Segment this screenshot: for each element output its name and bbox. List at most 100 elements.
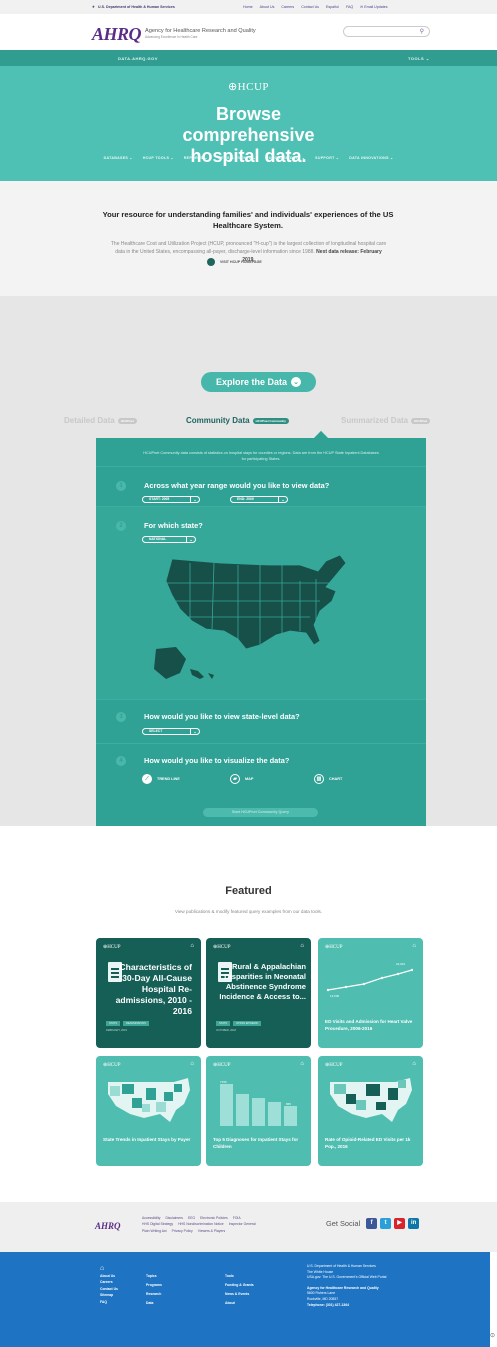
linkedin-icon[interactable]: in xyxy=(408,1218,420,1229)
menu-news-events[interactable]: NEWS & EVENTS ⌄ xyxy=(218,156,256,160)
featured-card[interactable]: ⊕HCUP ⌂ Characteristics of 30-Day All-Ca… xyxy=(96,938,201,1048)
footer-link[interactable]: Programs xyxy=(146,1281,162,1290)
card-title: Rural & Appalachian Disparities in Neona… xyxy=(219,962,306,1001)
tab-label: Detailed Data xyxy=(64,416,115,425)
visit-label: VISIT HCUP HOMEPAGE xyxy=(220,259,262,264)
chevron-down-icon: ⌄ xyxy=(190,497,199,502)
home-icon[interactable]: ⌂ xyxy=(100,1265,118,1273)
tools-menu[interactable]: TOOLS ⌄ xyxy=(408,56,430,61)
eagle-icon: ✈ xyxy=(92,5,96,9)
featured-card[interactable]: ⊕HCUP ⌂ State Trends in Inpatient Stays … xyxy=(96,1056,201,1166)
search-input[interactable]: ⚲ xyxy=(343,26,430,37)
footer-link[interactable]: FOIA xyxy=(233,1216,241,1220)
twitter-icon[interactable]: t xyxy=(380,1218,392,1229)
link-careers[interactable]: Careers xyxy=(281,5,294,9)
footer-link[interactable]: Careers xyxy=(100,1279,118,1286)
start-query-button[interactable]: Start HCUPnet Community Query xyxy=(203,808,318,817)
link-faq[interactable]: FAQ xyxy=(346,5,353,9)
footer-link[interactable]: About Us xyxy=(100,1273,118,1280)
footer-link[interactable]: Tools xyxy=(225,1272,254,1281)
start-year-select[interactable]: START: 2005 ⌄ xyxy=(142,496,200,503)
viz-label: TREND LINE xyxy=(157,777,180,781)
footer-link[interactable]: Research xyxy=(146,1290,162,1299)
social-label: Get Social xyxy=(326,1219,361,1228)
select-value: START: 2005 xyxy=(149,497,170,501)
tab-summarized-data[interactable]: Summarized Data HCUPnet xyxy=(341,416,431,425)
step-number: 1 xyxy=(116,481,126,491)
state-select[interactable]: NATIONAL ⌄ xyxy=(142,536,196,543)
footer-link[interactable]: Viewers & Players xyxy=(198,1229,225,1233)
footer-link[interactable]: Contact Us xyxy=(100,1286,118,1293)
menu-hcup-tools[interactable]: HCUP TOOLS ⌄ xyxy=(143,156,174,160)
hhs-link[interactable]: ✈ U.S. Department of Health & Human Serv… xyxy=(92,5,175,9)
intro-heading: Your resource for understanding families… xyxy=(102,210,394,230)
footer-link[interactable]: Privacy Policy xyxy=(172,1229,193,1233)
footer-logo[interactable]: AHRQ xyxy=(95,1221,121,1231)
footer-link[interactable]: Inspector General xyxy=(229,1222,256,1226)
footer-col-tools: Tools Funding & Grants News & Events Abo… xyxy=(225,1272,254,1308)
explore-section: Explore the Data ⌄ Detailed Data HCUPnet… xyxy=(0,296,497,826)
footer-link[interactable]: Plain Writing Act xyxy=(142,1229,167,1233)
link-email-updates[interactable]: ✉ Email Updates xyxy=(360,5,387,9)
step-number: 4 xyxy=(116,756,126,766)
youtube-icon[interactable]: ▶ xyxy=(394,1218,406,1229)
footer-link[interactable]: Data xyxy=(146,1299,162,1308)
us-state-map[interactable] xyxy=(150,551,370,691)
tab-label: Community Data xyxy=(186,416,250,425)
search-icon[interactable]: ⚲ xyxy=(420,28,424,35)
footer-link[interactable]: News & Events xyxy=(225,1290,254,1299)
select-value: END: 2009 xyxy=(237,497,254,501)
footer-link[interactable]: EEO xyxy=(188,1216,195,1220)
featured-title: Featured xyxy=(225,885,272,897)
level-select[interactable]: SELECT ⌄ xyxy=(142,728,200,735)
footer-link[interactable]: HHS Digital Strategy xyxy=(142,1222,173,1226)
ahrq-logo[interactable]: AHRQ xyxy=(92,24,142,45)
menu-purchase-data[interactable]: PURCHASE DATA ⌄ xyxy=(266,156,305,160)
footer-link[interactable]: HHS Nondiscrimination Notice xyxy=(178,1222,224,1226)
viz-map[interactable]: ▰ MAP xyxy=(230,774,253,784)
link-espanol[interactable]: Español xyxy=(326,5,339,9)
footer-link[interactable]: U.S. Department of Health & Human Servic… xyxy=(307,1264,386,1270)
card-title: State Trends in Inpatient Stays by Payer xyxy=(103,1137,191,1142)
question-state-level: 3 How would you like to view state-level… xyxy=(96,699,426,743)
menu-support[interactable]: SUPPORT ⌄ xyxy=(315,156,339,160)
facebook-icon[interactable]: f xyxy=(366,1218,378,1229)
viz-trend-line[interactable]: ⟋ TREND LINE xyxy=(142,774,180,784)
tab-detailed-data[interactable]: Detailed Data HCUPnet xyxy=(64,416,137,425)
footer-link[interactable]: Disclaimers xyxy=(165,1216,183,1220)
data-site-link[interactable]: DATA.AHRQ.GOV xyxy=(118,56,158,61)
end-year-select[interactable]: END: 2009 ⌄ xyxy=(230,496,288,503)
featured-card[interactable]: ⊕HCUP ⌂ 22,010 13,500 ED Visits and Admi… xyxy=(318,938,423,1048)
link-home[interactable]: Home xyxy=(243,5,253,9)
visit-hcup-button[interactable]: VISIT HCUP HOMEPAGE xyxy=(207,257,297,266)
tab-community-data[interactable]: Community Data HCUPnet Community xyxy=(186,416,289,425)
menu-reports[interactable]: REPORTS ⌄ xyxy=(184,156,208,160)
question-text: Across what year range would you like to… xyxy=(144,481,330,490)
footer-link[interactable]: Accessibility xyxy=(142,1216,160,1220)
menu-databases[interactable]: DATABASES ⌄ xyxy=(104,156,133,160)
footer-link[interactable]: FAQ xyxy=(100,1299,118,1306)
menu-data-innovations[interactable]: DATA INNOVATIONS ⌄ xyxy=(349,156,393,160)
link-contact[interactable]: Contact Us xyxy=(301,5,319,9)
chevron-down-icon: ⌄ xyxy=(291,377,302,387)
featured-card[interactable]: ⊕HCUP ⌂ 7156 865 Top 5 Diagnoses for Inp… xyxy=(206,1056,311,1166)
opioid-map-graphic xyxy=(330,1078,412,1122)
footer-link[interactable]: USA.gov: The U.S. Government's Official … xyxy=(307,1275,386,1281)
explore-data-button[interactable]: Explore the Data ⌄ xyxy=(201,372,316,392)
feedback-icon[interactable]: ⊙ xyxy=(490,1332,497,1347)
viz-chart[interactable]: ▥ CHART xyxy=(314,774,342,784)
footer-col-agency: U.S. Department of Health & Human Servic… xyxy=(307,1264,386,1308)
utility-links: Home About Us Careers Contact Us Español… xyxy=(243,5,388,9)
featured-card[interactable]: ⊕HCUP ⌂ Rural & Appalachian Disparities … xyxy=(206,938,311,1048)
footer-link[interactable]: Sitemap xyxy=(100,1292,118,1299)
featured-card[interactable]: ⊕HCUP ⌂ Rate of Opioid-Related ED Visits… xyxy=(318,1056,423,1166)
card-date: FEBRUARY, 2019 xyxy=(106,1029,127,1032)
footer-link[interactable]: Electronic Policies xyxy=(200,1216,228,1220)
link-about[interactable]: About Us xyxy=(260,5,275,9)
footer-link[interactable]: Funding & Grants xyxy=(225,1281,254,1290)
footer-link[interactable]: Topics xyxy=(146,1272,162,1281)
panel-notch xyxy=(313,430,329,446)
footer-link[interactable]: About xyxy=(225,1299,254,1308)
hcup-logo[interactable]: ⊕HCUP xyxy=(0,80,497,93)
tab-badge: HCUPnet xyxy=(411,417,431,424)
